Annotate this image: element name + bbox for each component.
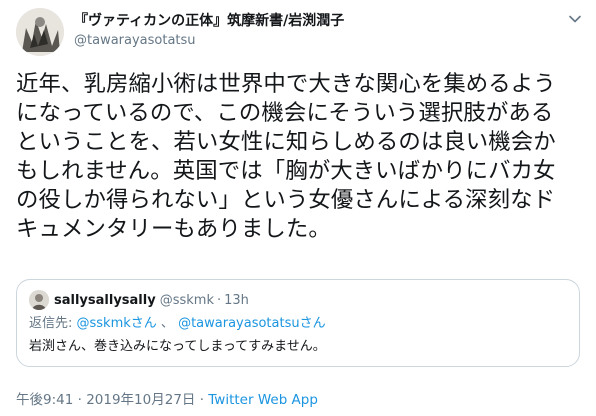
tweet-time[interactable]: 午後9:41	[16, 392, 73, 408]
tweet-card: 『ヴァティカンの正体』筑摩新書/岩渕潤子 @tawarayasotatsu 近年…	[0, 0, 596, 416]
quoted-tweet[interactable]: sallysallysally @sskmk · 13h 返信先: @sskmk…	[16, 279, 580, 367]
reply-prefix: 返信先:	[29, 316, 77, 331]
tweet-text-line: の役しか得られない」という女優さんによる深刻なド	[16, 187, 556, 213]
reply-to-link[interactable]: @tawarayasotatsuさん	[178, 316, 326, 331]
tweet-text-line: もしれません。英国では「胸が大きいばかりにバカ女	[16, 158, 556, 184]
quoted-separator: ·	[216, 292, 222, 308]
author-block: 『ヴァティカンの正体』筑摩新書/岩渕潤子 @tawarayasotatsu	[74, 12, 556, 50]
quoted-user-avatar	[29, 290, 49, 310]
tweet-meta: 午後9:41 · 2019年10月27日 · Twitter Web App	[16, 390, 318, 410]
quoted-user-handle: @sskmk	[159, 292, 214, 308]
reply-to-link[interactable]: @sskmkさん	[77, 316, 157, 331]
meta-separator: ·	[73, 392, 87, 408]
author-handle[interactable]: @tawarayasotatsu	[74, 32, 556, 50]
tweet-date[interactable]: 2019年10月27日	[86, 392, 195, 408]
author-display-name[interactable]: 『ヴァティカンの正体』筑摩新書/岩渕潤子	[74, 12, 556, 30]
quoted-tweet-text: 岩渕さん、巻き込みになってしまってすみません。	[29, 339, 326, 354]
reply-to-line: 返信先: @sskmkさん 、 @tawarayasotatsuさん	[29, 315, 567, 333]
tweet-text-line: 近年、乳房縮小術は世界中で大きな関心を集めるよう	[16, 71, 556, 97]
chevron-down-icon[interactable]	[566, 10, 584, 28]
quoted-tweet-header: sallysallysally @sskmk · 13h	[29, 290, 567, 310]
meta-separator: ·	[195, 392, 209, 408]
tweet-text-line: になっているので、この機会にそういう選択肢がある	[16, 100, 554, 126]
tweet-text: 近年、乳房縮小術は世界中で大きな関心を集めるよう になっているので、この機会にそ…	[16, 70, 580, 244]
tweet-text-line: ということを、若い女性に知らしめるのは良い機会か	[16, 129, 556, 155]
tweet-source-link[interactable]: Twitter Web App	[208, 392, 318, 408]
reply-separator: 、	[156, 316, 179, 331]
user-avatar[interactable]	[16, 8, 64, 56]
quoted-timestamp: 13h	[224, 292, 249, 308]
quoted-user-name: sallysallysally	[54, 292, 156, 308]
tweet-text-line: キュメンタリーもありました。	[16, 216, 331, 242]
